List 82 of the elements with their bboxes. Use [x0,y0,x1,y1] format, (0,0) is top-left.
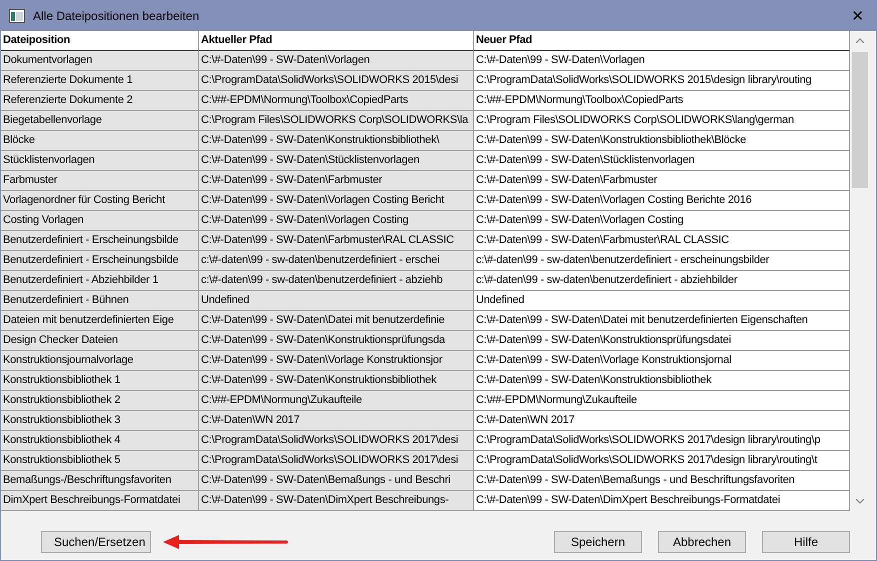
table-cell: Dateien mit benutzerdefinierten Eige [1,311,199,331]
window-title: Alle Dateipositionen bearbeiten [33,9,200,23]
table-cell: C:\##-EPDM\Normung\Zukaufteile [199,391,474,411]
table-cell[interactable]: C:\ProgramData\SolidWorks\SOLIDWORKS 2017\design library\routing\t [474,451,850,471]
table-cell: Biegetabellenvorlage [1,111,199,131]
table-cell[interactable]: C:\#-Daten\99 - SW-Daten\Vorlagen Costing Berichte 2016 [474,191,850,211]
column-header[interactable]: Aktueller Pfad [199,31,474,51]
scroll-down-icon[interactable] [856,499,864,504]
table-cell: C:\#-Daten\99 - SW-Daten\Datei mit benutzerdefinie [199,311,474,331]
table-cell: C:\ProgramData\SolidWorks\SOLIDWORKS 2015\desi [199,71,474,91]
dialog-button[interactable]: Abbrechen [658,531,746,553]
table-cell: C:\#-Daten\99 - SW-Daten\Vorlagen [199,51,474,71]
table-cell: C:\ProgramData\SolidWorks\SOLIDWORKS 2017\desi [199,451,474,471]
table-cell: Konstruktionsjournalvorlage [1,351,199,371]
table-cell: Undefined [199,291,474,311]
table-cell: Stücklistenvorlagen [1,151,199,171]
table-cell: Bemaßungs-/Beschriftungsfavoriten [1,471,199,491]
table-cell: Konstruktionsbibliothek 2 [1,391,199,411]
column-header[interactable]: Neuer Pfad [474,31,850,51]
table-cell: Design Checker Dateien [1,331,199,351]
table-cell: C:\#-Daten\99 - SW-Daten\Vorlage Konstruktionsjor [199,351,474,371]
table-cell[interactable]: C:\#-Daten\99 - SW-Daten\Stücklistenvorlagen [474,151,850,171]
table-cell: Konstruktionsbibliothek 5 [1,451,199,471]
table-cell[interactable]: C:\#-Daten\99 - SW-Daten\Farbmuster [474,171,850,191]
table-cell: Dokumentvorlagen [1,51,199,71]
table-cell: Referenzierte Dokumente 2 [1,91,199,111]
table-cell: Farbmuster [1,171,199,191]
table-cell: C:\#-Daten\99 - SW-Daten\Vorlagen Costing Bericht [199,191,474,211]
table-cell[interactable]: C:\Program Files\SOLIDWORKS Corp\SOLIDWORKS\lang\german [474,111,850,131]
table-cell[interactable]: C:\#-Daten\99 - SW-Daten\DimXpert Beschreibungs-Formatdatei [474,491,850,511]
table-cell[interactable]: C:\#-Daten\99 - SW-Daten\Vorlage Konstruktionsjornal [474,351,850,371]
table-cell[interactable]: C:\#-Daten\99 - SW-Daten\Konstruktionsbibliothek [474,371,850,391]
table-cell: Konstruktionsbibliothek 1 [1,371,199,391]
table-cell: C:\#-Daten\99 - SW-Daten\Farbmuster\RAL CLASSIC [199,231,474,251]
table-cell[interactable]: C:\#-Daten\99 - SW-Daten\Datei mit benutzerdefinierten Eigenschaften [474,311,850,331]
table-cell[interactable]: C:\#-Daten\99 - SW-Daten\Vorlagen Costing [474,211,850,231]
table-cell[interactable]: c:\#-daten\99 - sw-daten\benutzerdefiniert - abziehbilder [474,271,850,291]
table-cell: Referenzierte Dokumente 1 [1,71,199,91]
table-cell[interactable]: C:\#-Daten\WN 2017 [474,411,850,431]
table-cell: Benutzerdefiniert - Bühnen [1,291,199,311]
table-cell: Benutzerdefiniert - Abziehbilder 1 [1,271,199,291]
dialog-button[interactable]: Speichern [554,531,642,553]
table-cell: c:\#-daten\99 - sw-daten\benutzerdefiniert - erschei [199,251,474,271]
table-cell: C:\#-Daten\99 - SW-Daten\Vorlagen Costing [199,211,474,231]
table-cell: C:\#-Daten\99 - SW-Daten\Bemaßungs - und Beschri [199,471,474,491]
table-cell: C:\#-Daten\99 - SW-Daten\Konstruktionsbibliothek\ [199,131,474,151]
table-cell: C:\#-Daten\WN 2017 [199,411,474,431]
table-cell: C:\#-Daten\99 - SW-Daten\Farbmuster [199,171,474,191]
table-cell: c:\#-daten\99 - sw-daten\benutzerdefiniert - abziehb [199,271,474,291]
scroll-up-icon[interactable] [856,38,864,43]
table-cell: DimXpert Beschreibungs-Formatdatei [1,491,199,511]
table-cell[interactable]: C:\#-Daten\99 - SW-Daten\Bemaßungs - und Beschriftungsfavoriten [474,471,850,491]
table-cell[interactable]: C:\#-Daten\99 - SW-Daten\Farbmuster\RAL CLASSIC [474,231,850,251]
table-cell: Blöcke [1,131,199,151]
table-cell: Benutzerdefiniert - Erscheinungsbilde [1,231,199,251]
table-cell: Vorlagenordner für Costing Bericht [1,191,199,211]
table-cell[interactable]: C:\#-Daten\99 - SW-Daten\Konstruktionsprüfungsdatei [474,331,850,351]
table-cell: C:\#-Daten\99 - SW-Daten\DimXpert Beschreibungs- [199,491,474,511]
table-cell[interactable]: c:\#-daten\99 - sw-daten\benutzerdefiniert - erscheinungsbilder [474,251,850,271]
table-cell[interactable]: C:\##-EPDM\Normung\Zukaufteile [474,391,850,411]
table-cell: C:\#-Daten\99 - SW-Daten\Konstruktionsbibliothek [199,371,474,391]
table-cell: Konstruktionsbibliothek 3 [1,411,199,431]
dialog-button[interactable]: Hilfe [762,531,850,553]
table-cell: Benutzerdefiniert - Erscheinungsbilde [1,251,199,271]
table-cell: C:\#-Daten\99 - SW-Daten\Konstruktionsprüfungsda [199,331,474,351]
table-cell: C:\##-EPDM\Normung\Toolbox\CopiedParts [199,91,474,111]
close-button[interactable]: ✕ [847,6,868,26]
table-cell[interactable]: C:\ProgramData\SolidWorks\SOLIDWORKS 2015\design library\routing [474,71,850,91]
table-cell[interactable]: Undefined [474,291,850,311]
window-icon [9,9,25,23]
table-cell: C:\Program Files\SOLIDWORKS Corp\SOLIDWORKS\la [199,111,474,131]
table-cell: C:\#-Daten\99 - SW-Daten\Stücklistenvorlagen [199,151,474,171]
table-cell[interactable]: C:\ProgramData\SolidWorks\SOLIDWORKS 2017\design library\routing\p [474,431,850,451]
table-cell: Costing Vorlagen [1,211,199,231]
table-cell[interactable]: C:\##-EPDM\Normung\Toolbox\CopiedParts [474,91,850,111]
scroll-thumb[interactable] [852,52,868,188]
table-cell: C:\ProgramData\SolidWorks\SOLIDWORKS 2017\desi [199,431,474,451]
search-replace-button[interactable]: Suchen/Ersetzen [41,531,151,553]
table-cell: Konstruktionsbibliothek 4 [1,431,199,451]
column-header[interactable]: Dateiposition [1,31,199,51]
table-cell[interactable]: C:\#-Daten\99 - SW-Daten\Vorlagen [474,51,850,71]
table-cell[interactable]: C:\#-Daten\99 - SW-Daten\Konstruktionsbibliothek\Blöcke [474,131,850,151]
